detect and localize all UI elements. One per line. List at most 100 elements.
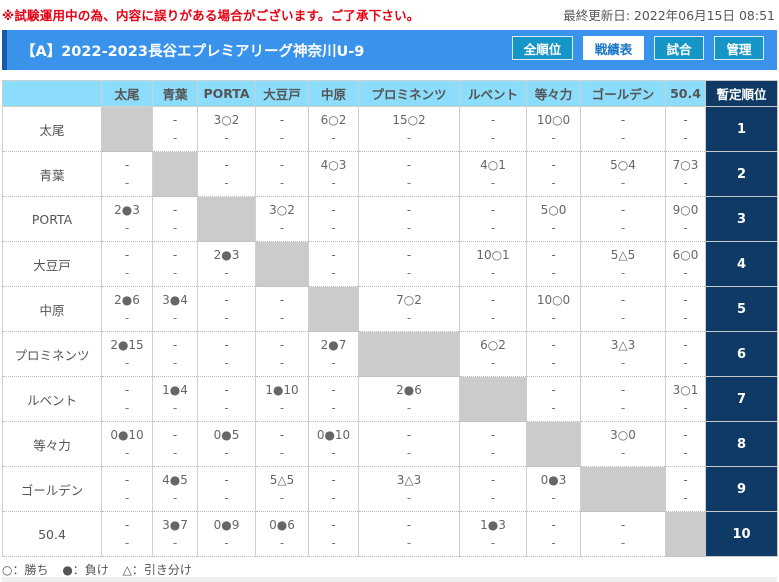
result-cell[interactable]: -- — [358, 511, 460, 557]
result-cell[interactable]: 3○0 - — [580, 421, 666, 467]
result-cell[interactable]: 2●6 - — [101, 286, 153, 332]
result-cell[interactable]: -- — [665, 466, 706, 512]
result-cell[interactable]: -- — [255, 106, 309, 152]
result-cell[interactable]: -- — [526, 241, 581, 287]
result-cell[interactable]: -- — [197, 376, 256, 422]
result-cell[interactable]: -- — [665, 331, 706, 377]
result-cell[interactable]: -- — [665, 106, 706, 152]
result-cell[interactable]: -- — [152, 241, 198, 287]
result-cell[interactable]: -- — [358, 196, 460, 242]
result-cell[interactable]: 2●7 - — [308, 331, 359, 377]
result-cell[interactable]: 0●9 - — [197, 511, 256, 557]
result-cell[interactable]: 10○0 - — [526, 286, 581, 332]
result-cell[interactable]: -- — [459, 196, 527, 242]
first-match-result: 6○0 — [672, 248, 699, 262]
nav-admin-button[interactable]: 管理 — [714, 36, 764, 60]
result-cell[interactable]: 2●3 - — [197, 241, 256, 287]
result-cell[interactable]: -- — [580, 286, 666, 332]
result-cell[interactable]: -- — [308, 511, 359, 557]
result-cell[interactable]: 0●5 - — [197, 421, 256, 467]
result-cell[interactable]: -- — [580, 376, 666, 422]
result-cell[interactable]: 7○2 - — [358, 286, 460, 332]
result-cell[interactable]: 10○1 - — [459, 241, 527, 287]
result-cell[interactable]: 3△3 - — [580, 331, 666, 377]
header-nav: 全順位 戦績表 試合 管理 — [512, 36, 764, 60]
result-cell[interactable]: -- — [459, 106, 527, 152]
nav-matches-button[interactable]: 試合 — [654, 36, 704, 60]
result-cell[interactable]: 3△3 - — [358, 466, 460, 512]
result-cell[interactable]: 0●10 - — [308, 421, 359, 467]
result-cell[interactable]: -- — [152, 331, 198, 377]
result-cell[interactable]: -- — [152, 421, 198, 467]
result-cell[interactable]: -- — [459, 286, 527, 332]
result-cell[interactable]: -- — [255, 331, 309, 377]
result-cell[interactable]: 5○4 - — [580, 151, 666, 197]
result-cell[interactable]: 9○0 - — [665, 196, 706, 242]
result-cell[interactable]: 5△5 - — [255, 466, 309, 512]
result-cell[interactable]: -- — [255, 286, 309, 332]
result-cell[interactable]: -- — [197, 466, 256, 512]
result-cell[interactable]: -- — [358, 241, 460, 287]
result-cell[interactable]: 2●15 - — [101, 331, 153, 377]
result-cell[interactable]: 1●10 - — [255, 376, 309, 422]
result-cell[interactable]: 2●6 - — [358, 376, 460, 422]
result-cell[interactable]: 3○2 - — [197, 106, 256, 152]
result-cell[interactable]: -- — [459, 421, 527, 467]
result-cell[interactable]: -- — [308, 241, 359, 287]
result-cell[interactable]: 1●4 - — [152, 376, 198, 422]
result-cell[interactable]: -- — [308, 376, 359, 422]
result-cell[interactable]: -- — [152, 196, 198, 242]
result-cell[interactable]: -- — [308, 196, 359, 242]
result-cell[interactable]: 10○0 - — [526, 106, 581, 152]
result-cell[interactable]: 2●3 - — [101, 196, 153, 242]
result-cell[interactable]: -- — [197, 151, 256, 197]
result-cell[interactable]: -- — [255, 151, 309, 197]
result-cell[interactable]: 3○1 - — [665, 376, 706, 422]
first-match-result: 3○0 — [610, 428, 636, 442]
result-cell[interactable]: -- — [101, 151, 153, 197]
nav-all-rankings-button[interactable]: 全順位 — [512, 36, 573, 60]
first-match-result: - — [172, 338, 178, 352]
result-cell[interactable]: -- — [526, 376, 581, 422]
result-cell[interactable]: 3○2 - — [255, 196, 309, 242]
result-cell[interactable]: -- — [526, 331, 581, 377]
result-cell[interactable]: -- — [197, 331, 256, 377]
first-match-result: - — [224, 158, 229, 172]
result-cell[interactable]: -- — [580, 196, 666, 242]
result-cell[interactable]: -- — [358, 421, 460, 467]
result-cell[interactable]: -- — [459, 466, 527, 512]
result-cell[interactable]: 4○3 - — [308, 151, 359, 197]
result-cell[interactable]: -- — [197, 286, 256, 332]
result-cell[interactable]: 0●3 - — [526, 466, 581, 512]
result-cell[interactable]: 0●10 - — [101, 421, 153, 467]
result-cell[interactable]: 5△5 - — [580, 241, 666, 287]
result-cell[interactable]: 4●5 - — [152, 466, 198, 512]
rank-cell: 9 — [705, 466, 778, 512]
result-cell[interactable]: -- — [152, 106, 198, 152]
result-cell[interactable]: 6○0 - — [665, 241, 706, 287]
result-cell[interactable]: 4○1 - — [459, 151, 527, 197]
result-cell[interactable]: -- — [255, 421, 309, 467]
result-cell[interactable]: 1●3 - — [459, 511, 527, 557]
result-cell[interactable]: 3●4 - — [152, 286, 198, 332]
nav-results-table-button[interactable]: 戦績表 — [583, 36, 644, 60]
result-cell[interactable]: 0●6 - — [255, 511, 309, 557]
result-cell[interactable]: -- — [358, 151, 460, 197]
result-cell[interactable]: -- — [101, 376, 153, 422]
result-cell[interactable]: -- — [526, 511, 581, 557]
result-cell[interactable]: -- — [101, 466, 153, 512]
result-cell[interactable]: -- — [580, 106, 666, 152]
result-cell[interactable]: 5○0 - — [526, 196, 581, 242]
result-cell[interactable]: -- — [665, 286, 706, 332]
result-cell[interactable]: -- — [526, 151, 581, 197]
result-cell[interactable]: -- — [101, 511, 153, 557]
result-cell[interactable]: 3●7 - — [152, 511, 198, 557]
result-cell[interactable]: -- — [308, 466, 359, 512]
result-cell[interactable]: 7○3 - — [665, 151, 706, 197]
result-cell[interactable]: 15○2 - — [358, 106, 460, 152]
result-cell[interactable]: -- — [665, 421, 706, 467]
result-cell[interactable]: -- — [101, 241, 153, 287]
result-cell[interactable]: 6○2 - — [459, 331, 527, 377]
result-cell[interactable]: -- — [580, 511, 666, 557]
result-cell[interactable]: 6○2 - — [308, 106, 359, 152]
